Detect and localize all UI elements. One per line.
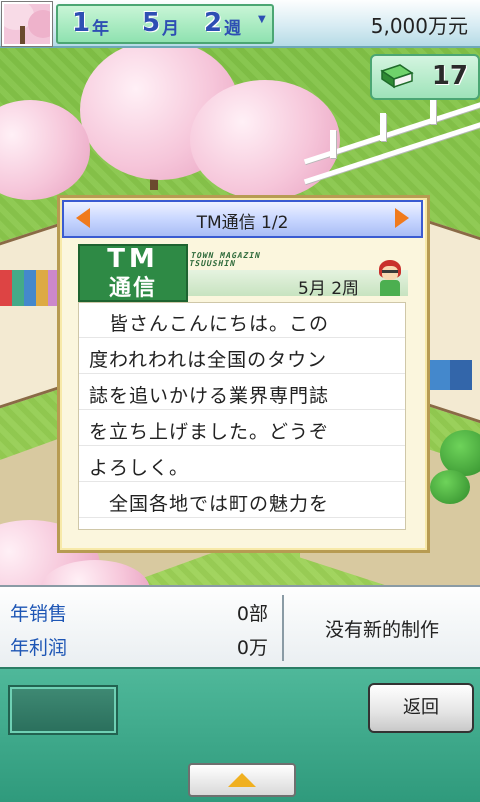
year-number: 1: [72, 8, 91, 38]
annual-profit-label: 年利润: [10, 637, 68, 659]
newsletter-banner: TM 通信 TOWN MAGAZIN TSUUSHIN 5月 2周: [78, 244, 408, 302]
banner-strip: [186, 270, 408, 296]
fence-post: [380, 113, 386, 141]
year-unit: 年: [92, 19, 109, 39]
dialog-title: TM通信 1/2: [196, 213, 289, 233]
back-button[interactable]: 返回: [368, 683, 474, 733]
issue-date: 5月 2周: [298, 279, 360, 299]
annual-sales-label: 年销售: [10, 603, 68, 625]
dialog-body-text[interactable]: 皆さんこんにちは。この 度われわれは全国のタウン 誌を追いかける業界専門誌 を立…: [78, 302, 406, 530]
expand-menu-button[interactable]: [188, 763, 296, 797]
cherry-tree: [0, 100, 90, 200]
arrow-up-icon: [228, 773, 256, 787]
cherry-tree: [190, 80, 340, 200]
text-line: よろしく。: [89, 457, 190, 479]
week-number: 2: [204, 8, 223, 38]
text-line: 皆さんこんにちは。この: [89, 313, 330, 335]
month-unit: 月: [162, 19, 179, 39]
footer-bar: 返回: [0, 667, 480, 802]
fence-post: [430, 96, 436, 124]
month-number: 5: [142, 8, 161, 38]
logo-side-text: TOWN MAGAZIN TSUUSHIN: [188, 251, 262, 268]
book-counter[interactable]: 17: [370, 54, 480, 100]
text-line: 誌を追いかける業界専門誌: [89, 385, 330, 407]
text-line: 全国各地では町の魅力を: [89, 493, 330, 515]
caret-down-icon: ▼: [258, 14, 266, 25]
tm-logo: TM 通信: [78, 244, 188, 302]
production-status: 没有新的制作: [324, 619, 439, 641]
annual-sales-value: 0部: [236, 603, 268, 625]
week-unit: 週: [224, 19, 241, 39]
annual-profit-value: 0万: [236, 637, 268, 659]
money-display: 5,000万元: [370, 14, 468, 38]
bush: [430, 470, 470, 504]
stats-panel: 年销售 0部 年利润 0万 没有新的制作: [0, 585, 480, 669]
logo-sub: 通信: [108, 276, 157, 301]
next-page-arrow-icon[interactable]: [395, 208, 409, 228]
bookshelf: [0, 270, 60, 306]
book-count: 17: [431, 61, 468, 91]
text-line: を立ち上げました。どうぞ: [89, 421, 330, 443]
dialog-header: TM通信 1/2: [62, 200, 423, 238]
season-thumbnail[interactable]: [2, 2, 52, 46]
empty-slot: [8, 685, 118, 735]
bookshelf: [428, 360, 472, 390]
calendar-date[interactable]: 1 年 5 月 2 週 ▼: [56, 4, 274, 44]
fence-post: [330, 130, 336, 158]
text-line: 度われわれは全国のタウン: [89, 349, 328, 371]
reporter-avatar: [376, 260, 404, 296]
tm-newsletter-dialog: TM通信 1/2 TM 通信 TOWN MAGAZIN TSUUSHIN 5月 …: [57, 195, 430, 553]
book-icon: [380, 64, 414, 89]
top-status-bar: 1 年 5 月 2 週 ▼ 5,000万元: [0, 0, 480, 48]
